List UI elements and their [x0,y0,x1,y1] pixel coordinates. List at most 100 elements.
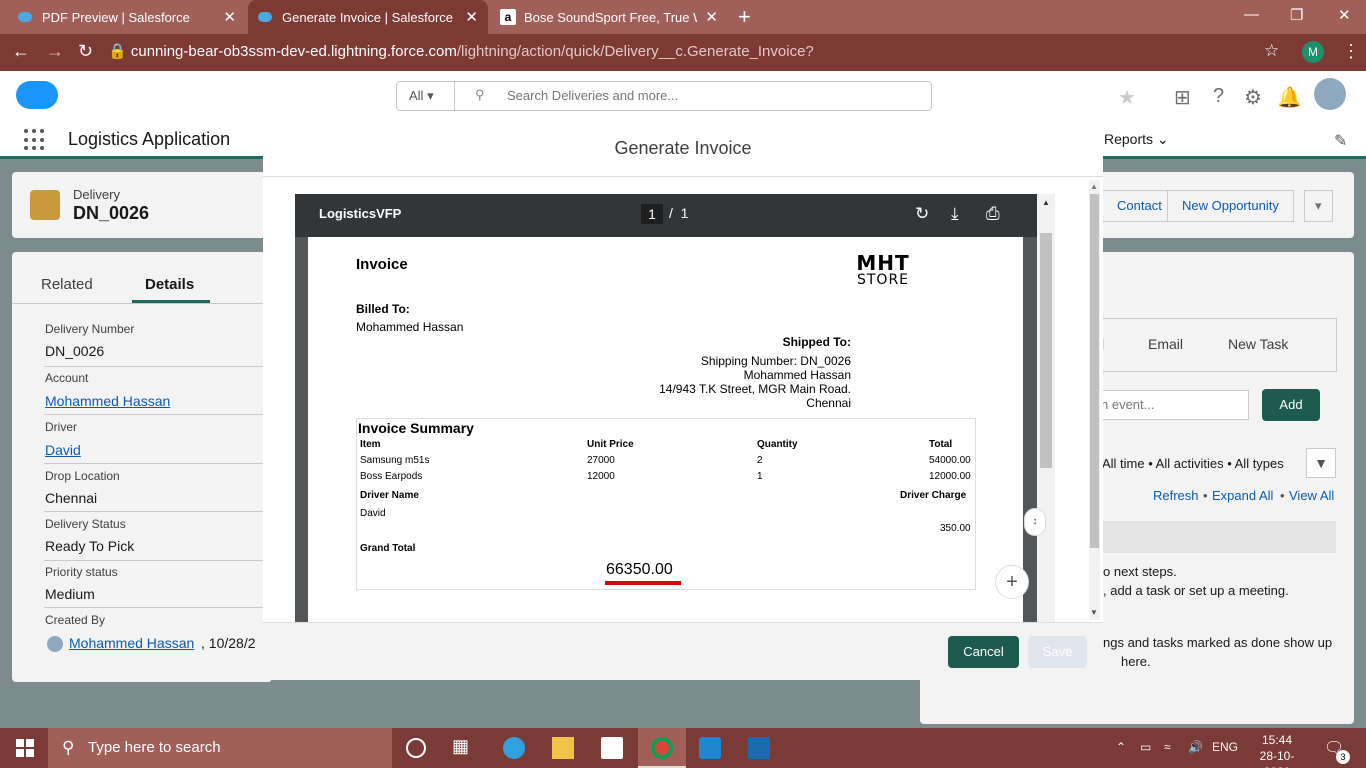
close-tab-icon[interactable]: ✕ [223,8,236,26]
new-opportunity-button[interactable]: New Opportunity [1167,190,1294,222]
scroll-up-arrow-icon[interactable]: ▲ [1090,182,1098,191]
zoom-in-button[interactable]: + [995,565,1029,599]
close-tab-icon[interactable]: ✕ [705,8,718,26]
fit-page-icon[interactable]: ↕ [1024,508,1046,536]
app-launcher-icon[interactable] [24,129,46,151]
wifi-icon[interactable]: ≈ [1164,740,1171,754]
tab-related[interactable]: Related [41,276,93,293]
windows-taskbar: ⚲ Type here to search ▦ ⌃ ▭ ≈ 🔊 ENG 15:4… [0,728,1366,768]
chrome-icon [651,737,673,759]
tab-generate-invoice[interactable]: Generate Invoice | Salesforce ✕ [248,0,488,34]
more-actions-chevron-icon[interactable]: ▾ [1304,190,1333,222]
restore-icon[interactable]: ❐ [1290,6,1303,24]
store-icon[interactable] [601,737,623,759]
language-indicator[interactable]: ENG [1212,740,1238,754]
tab-details[interactable]: Details [145,276,194,293]
help-icon[interactable]: ? [1213,85,1224,108]
field-driver-link[interactable]: David [45,442,81,458]
row-unit-price: 27000 [587,455,615,466]
favorites-star-icon[interactable]: ★ [1118,85,1136,110]
search-scope-select[interactable]: All ▾ [397,82,455,110]
tray-chevron-icon[interactable]: ⌃ [1116,740,1126,754]
chrome-taskbar-active[interactable] [638,728,686,768]
contact-button[interactable]: Contact [1103,190,1177,222]
tab-email[interactable]: Email [1148,336,1183,352]
tab-pdf-preview[interactable]: PDF Preview | Salesforce ✕ [8,0,246,34]
tab-divider [12,303,272,304]
shipped-to-label: Shipped To: [782,335,851,349]
close-tab-icon[interactable]: ✕ [465,8,478,26]
battery-icon[interactable]: ▭ [1140,740,1151,754]
shipping-number: Shipping Number: DN_0026 [700,354,851,368]
vscode-icon[interactable] [699,737,721,759]
edit-nav-pencil-icon[interactable]: ✎ [1334,131,1347,151]
cancel-button[interactable]: Cancel [948,636,1019,668]
notifications-bell-icon[interactable]: 🔔 [1277,85,1302,110]
back-icon[interactable]: ← [12,41,30,62]
photos-icon[interactable] [748,737,770,759]
field-divider [44,463,264,464]
refresh-link[interactable]: Refresh [1153,488,1199,503]
add-event-button[interactable]: Add [1262,389,1320,421]
field-created-by-link[interactable]: Mohammed Hassan [69,635,194,651]
setup-gear-icon[interactable]: ⚙ [1244,85,1262,110]
edge-icon[interactable] [503,737,525,759]
pdf-scroll-up-icon[interactable]: ▲ [1042,198,1050,207]
file-explorer-icon[interactable] [552,737,574,759]
bookmark-star-icon[interactable]: ☆ [1264,41,1279,61]
expand-all-link[interactable]: Expand All [1212,488,1273,503]
clock[interactable]: 15:44 28-10-2020 [1250,732,1304,768]
no-next-steps-text: o next steps. [1103,564,1177,579]
field-divider [44,414,264,415]
field-account-link[interactable]: Mohammed Hassan [45,393,170,409]
save-button[interactable]: Save [1028,636,1087,668]
modal-title: Generate Invoice [263,119,1103,177]
upcoming-overdue-header[interactable] [1101,521,1336,553]
salesforce-logo-icon[interactable] [16,81,58,109]
field-label: Delivery Status [45,517,126,531]
windows-start-icon[interactable] [16,739,34,757]
creator-avatar [47,636,63,652]
clock-date: 28-10-2020 [1259,749,1295,768]
download-icon[interactable]: ⤓ [951,204,959,224]
minimize-icon[interactable]: — [1244,6,1259,23]
amazon-favicon-icon: a [500,9,516,25]
user-avatar[interactable] [1314,78,1346,110]
profile-avatar[interactable]: M [1302,41,1324,63]
volume-icon[interactable]: 🔊 [1188,740,1203,754]
invoice-summary-box: Invoice Summary Item Unit Price Quantity… [356,418,976,590]
scroll-down-arrow-icon[interactable]: ▼ [1090,608,1098,617]
taskbar-search[interactable]: ⚲ Type here to search [48,728,392,768]
pdf-scrollbar-thumb[interactable] [1040,233,1052,468]
nav-item-reports[interactable]: Reports ⌄ [1104,131,1169,148]
task-view-icon[interactable]: ▦ [452,736,469,757]
forward-icon[interactable]: → [46,41,64,62]
field-created-date: , 10/28/2 [201,635,256,651]
view-all-link[interactable]: View All [1289,488,1334,503]
global-actions-icon[interactable]: ⊞ [1174,85,1191,110]
col-total: Total [929,439,953,450]
modal-close-icon[interactable]: ✕ [1084,82,1106,113]
url-field[interactable]: 🔒 cunning-bear-ob3ssm-dev-ed.lightning.f… [108,37,1288,90]
search-input[interactable]: Search Deliveries and more... [507,82,678,110]
dot-separator: • [1203,488,1208,503]
modal-scrollbar-thumb[interactable] [1090,194,1099,548]
filter-funnel-icon[interactable]: ▼ [1306,448,1336,478]
lock-icon: 🔒 [108,43,127,60]
pdf-page-input[interactable]: 1 [641,204,663,224]
print-icon[interactable]: ⎙ [986,204,1000,224]
field-drop-location: Chennai [45,490,98,506]
reload-icon[interactable]: ↻ [78,41,93,62]
rotate-icon[interactable]: ↻ [915,204,929,224]
browser-menu-icon[interactable]: ⋮ [1342,41,1360,62]
past-activity-text: ngs and tasks marked as done show up [1103,635,1333,650]
cortana-icon[interactable] [406,738,426,758]
window-close-icon[interactable]: ✕ [1338,6,1351,24]
tab-bose[interactable]: a Bose SoundSport Free, True Wire ✕ [490,0,728,34]
pdf-filename: LogisticsVFP [319,206,402,221]
driver-charge-label: Driver Charge [900,490,967,501]
tab-new-task[interactable]: New Task [1228,336,1288,352]
new-tab-button[interactable]: + [738,4,751,30]
global-search[interactable]: All ▾ ⚲ Search Deliveries and more... [396,81,932,111]
new-event-input[interactable]: n event... [1101,390,1249,420]
